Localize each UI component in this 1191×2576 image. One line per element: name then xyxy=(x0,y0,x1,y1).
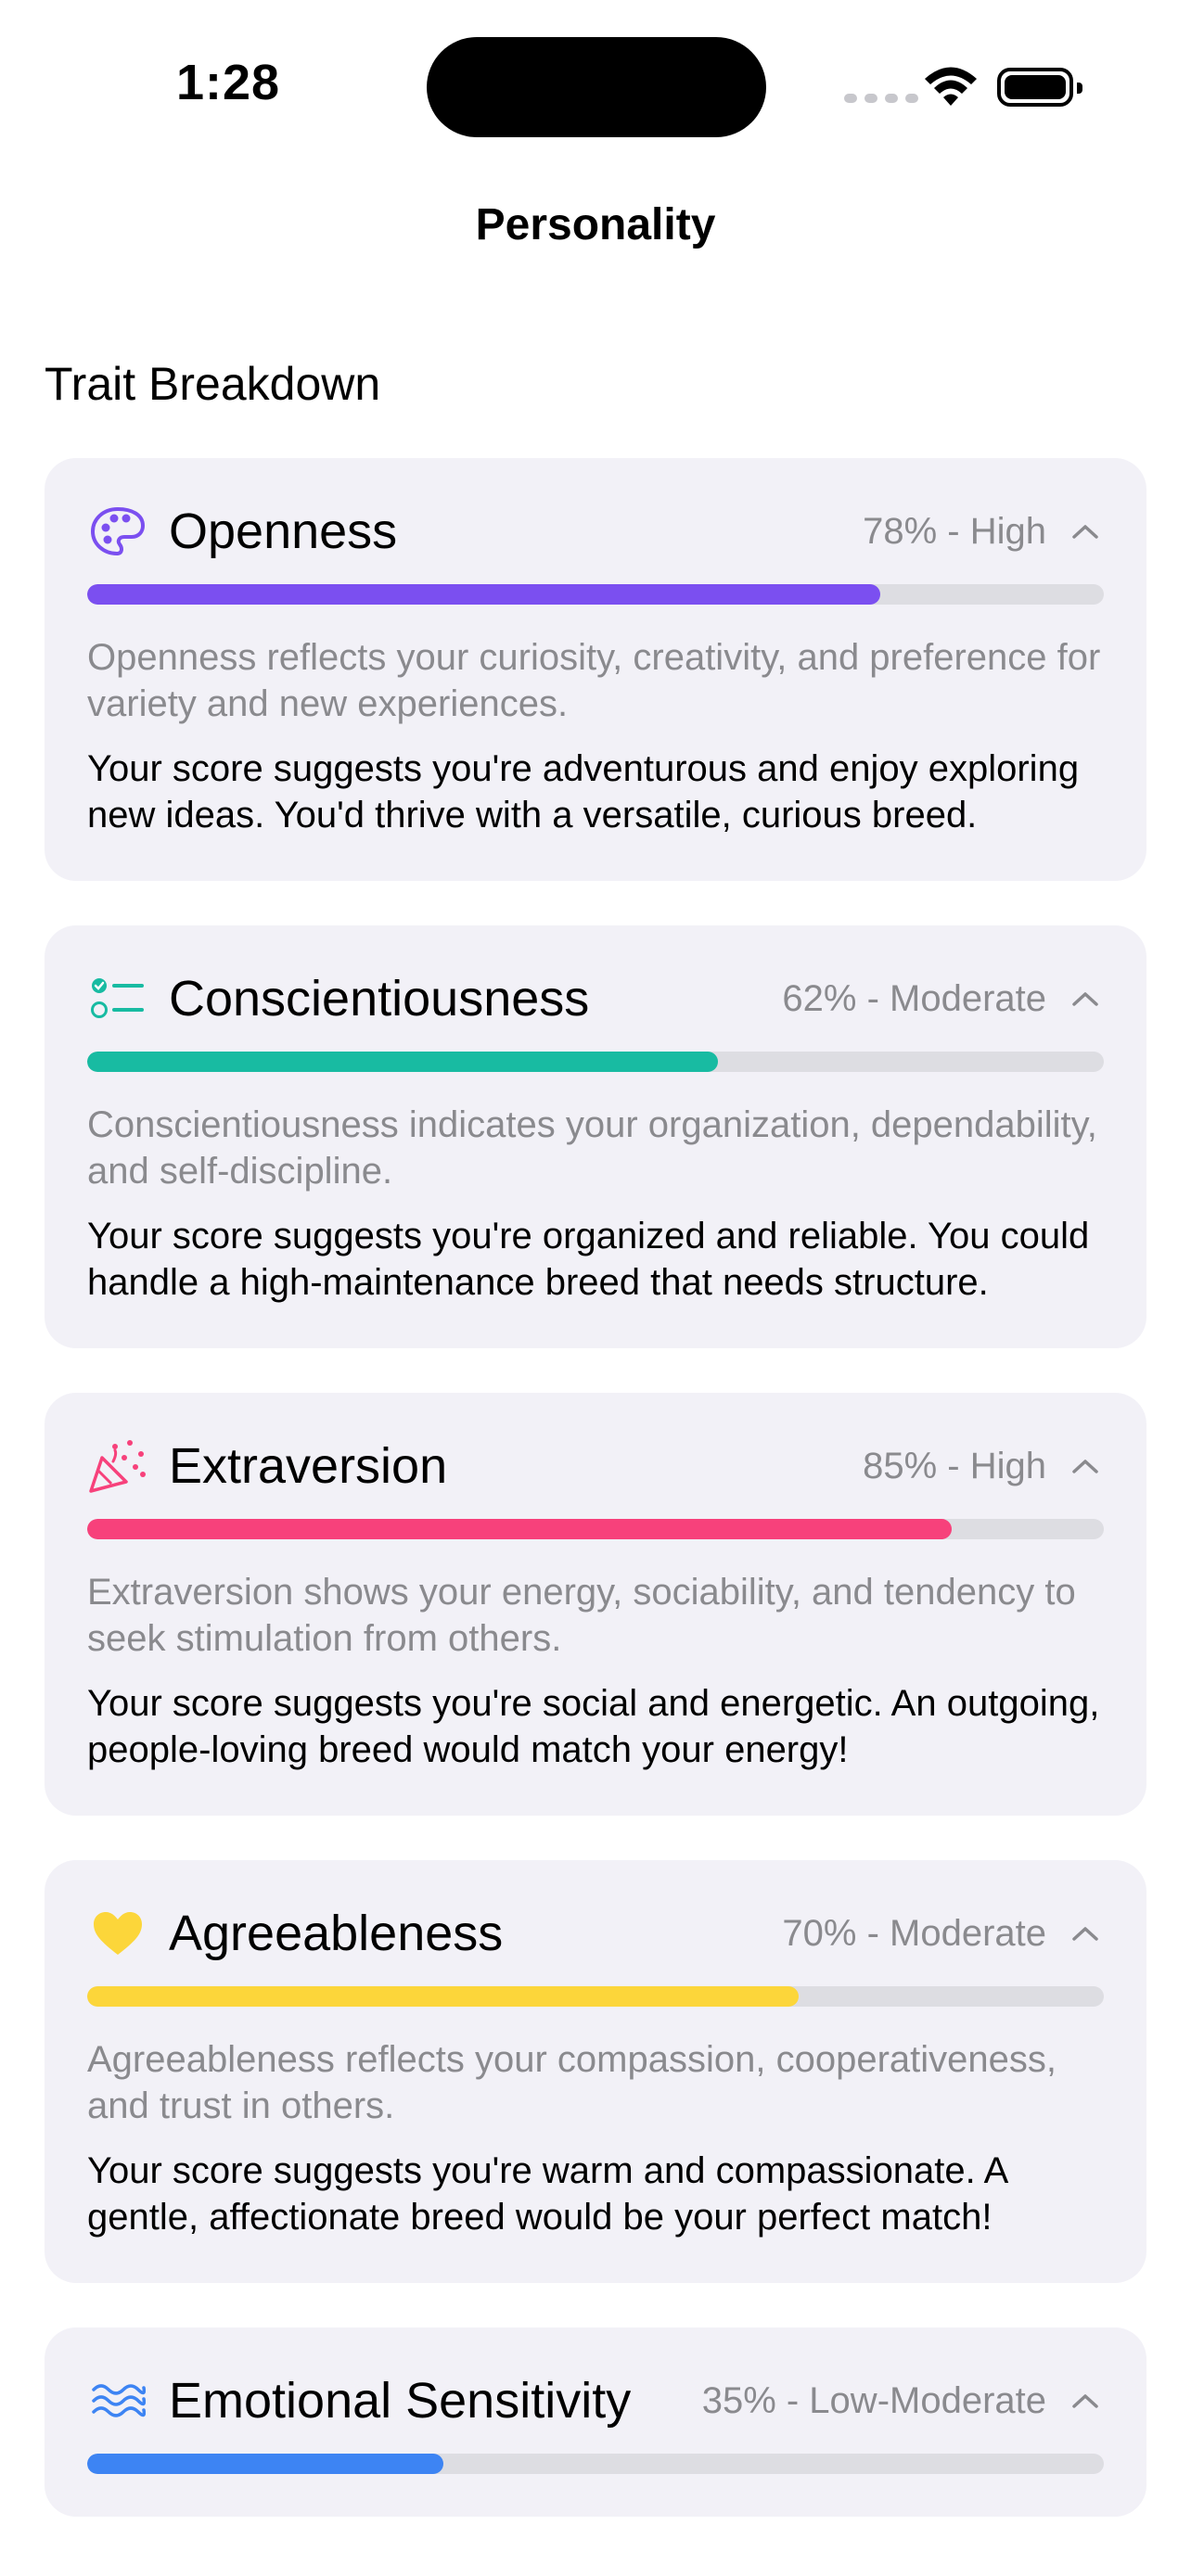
party-popper-icon xyxy=(87,1435,148,1497)
trait-progress-bar xyxy=(87,584,1104,605)
trait-description: Extraversion shows your energy, sociabil… xyxy=(87,1572,1076,1659)
wifi-icon xyxy=(923,65,979,112)
checklist-icon xyxy=(87,968,148,1029)
trait-progress-bar xyxy=(87,1052,1104,1072)
section-title: Trait Breakdown xyxy=(45,358,381,410)
trait-detail: Your score suggests you're organized and… xyxy=(87,1216,1090,1303)
chevron-up-icon[interactable] xyxy=(1067,1915,1104,1952)
trait-detail: Your score suggests you're social and en… xyxy=(87,1683,1100,1770)
dynamic-island xyxy=(427,37,766,137)
trait-detail: Your score suggests you're adventurous a… xyxy=(87,748,1080,835)
trait-detail: Your score suggests you're warm and comp… xyxy=(87,2150,1007,2238)
trait-progress-fill xyxy=(87,1986,800,2007)
page-title: Personality xyxy=(475,200,716,249)
status-time: 1:28 xyxy=(176,55,281,110)
trait-progress-fill xyxy=(87,1052,718,1072)
chevron-up-icon[interactable] xyxy=(1067,2382,1104,2419)
palette-icon xyxy=(87,501,148,562)
trait-name: Extraversion xyxy=(169,1438,448,1494)
heart-icon xyxy=(87,1903,148,1964)
trait-name: Agreeableness xyxy=(169,1906,504,1961)
trait-progress-fill xyxy=(87,1519,952,1539)
chevron-up-icon[interactable] xyxy=(1067,513,1104,550)
trait-score: 78% - High xyxy=(863,510,1046,552)
trait-progress-bar xyxy=(87,1986,1104,2007)
trait-progress-bar xyxy=(87,2454,1104,2474)
trait-card-emotional-sensitivity[interactable]: Emotional Sensitivity 35% - Low-Moderate xyxy=(45,2327,1146,2517)
trait-card-openness[interactable]: Openness 78% - High Openness reflects yo… xyxy=(45,458,1146,881)
trait-score: 62% - Moderate xyxy=(782,977,1046,1019)
trait-description: Conscientiousness indicates your organiz… xyxy=(87,1104,1097,1192)
cellular-signal-icon xyxy=(844,94,918,103)
waves-icon xyxy=(87,2370,148,2431)
chevron-up-icon[interactable] xyxy=(1067,1447,1104,1485)
trait-score: 85% - High xyxy=(863,1445,1046,1486)
trait-score: 35% - Low-Moderate xyxy=(701,2379,1046,2421)
trait-name: Openness xyxy=(169,504,398,559)
trait-name: Emotional Sensitivity xyxy=(169,2373,632,2429)
trait-progress-fill xyxy=(87,2454,443,2474)
trait-progress-fill xyxy=(87,584,880,605)
status-bar: 1:28 xyxy=(0,0,1191,176)
trait-score: 70% - Moderate xyxy=(782,1912,1046,1954)
trait-card-agreeableness[interactable]: Agreeableness 70% - Moderate Agreeablene… xyxy=(45,1860,1146,2283)
trait-card-conscientiousness[interactable]: Conscientiousness 62% - Moderate Conscie… xyxy=(45,925,1146,1348)
trait-progress-bar xyxy=(87,1519,1104,1539)
trait-card-extraversion[interactable]: Extraversion 85% - High Extraversion sho… xyxy=(45,1393,1146,1816)
chevron-up-icon[interactable] xyxy=(1067,980,1104,1017)
trait-description: Agreeableness reflects your compassion, … xyxy=(87,2039,1057,2126)
trait-list: Openness 78% - High Openness reflects yo… xyxy=(45,458,1146,2561)
battery-icon xyxy=(997,68,1082,107)
trait-description: Openness reflects your curiosity, creati… xyxy=(87,637,1101,724)
trait-name: Conscientiousness xyxy=(169,971,590,1027)
